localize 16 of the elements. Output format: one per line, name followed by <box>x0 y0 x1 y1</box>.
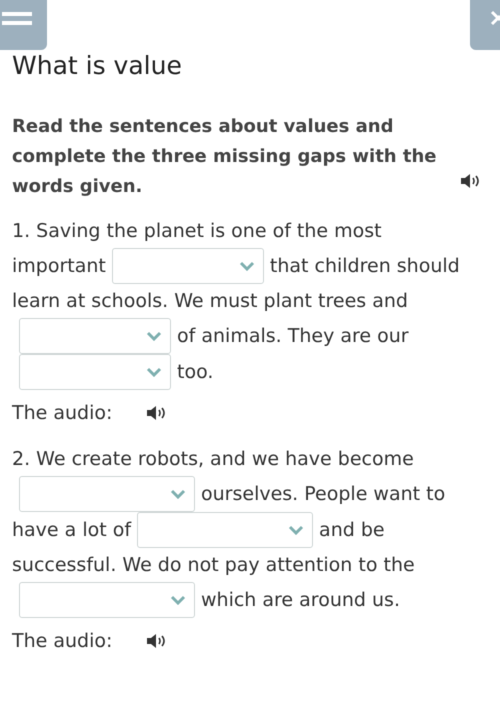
audio-label: The audio: <box>12 628 112 654</box>
sentence-text: learn at schools. We must plant trees and <box>12 288 408 314</box>
sentence-text: ourselves. People want to <box>201 482 446 507</box>
sentence-text: successful. We do not pay attention to the <box>12 552 415 578</box>
sentence-text: and be <box>319 518 385 543</box>
sentence-text: of animals. They are our <box>177 324 409 349</box>
sentence-text: 2. We create robots, and we have become <box>12 446 414 472</box>
sentence-text: that children should <box>270 254 460 279</box>
audio-label: The audio: <box>12 400 112 426</box>
sentence-text: have a lot of <box>12 518 132 543</box>
sentence-text: important <box>12 254 106 279</box>
sentence-text: which are around us. <box>201 588 400 613</box>
sentence-text: 1. Saving the planet is one of the most <box>12 218 382 244</box>
sentence-text: too. <box>177 360 214 385</box>
instruction-text: Read the sentences about values and complete the three missing gaps with the words given. <box>12 115 438 199</box>
page-title: What is value <box>11 50 183 82</box>
